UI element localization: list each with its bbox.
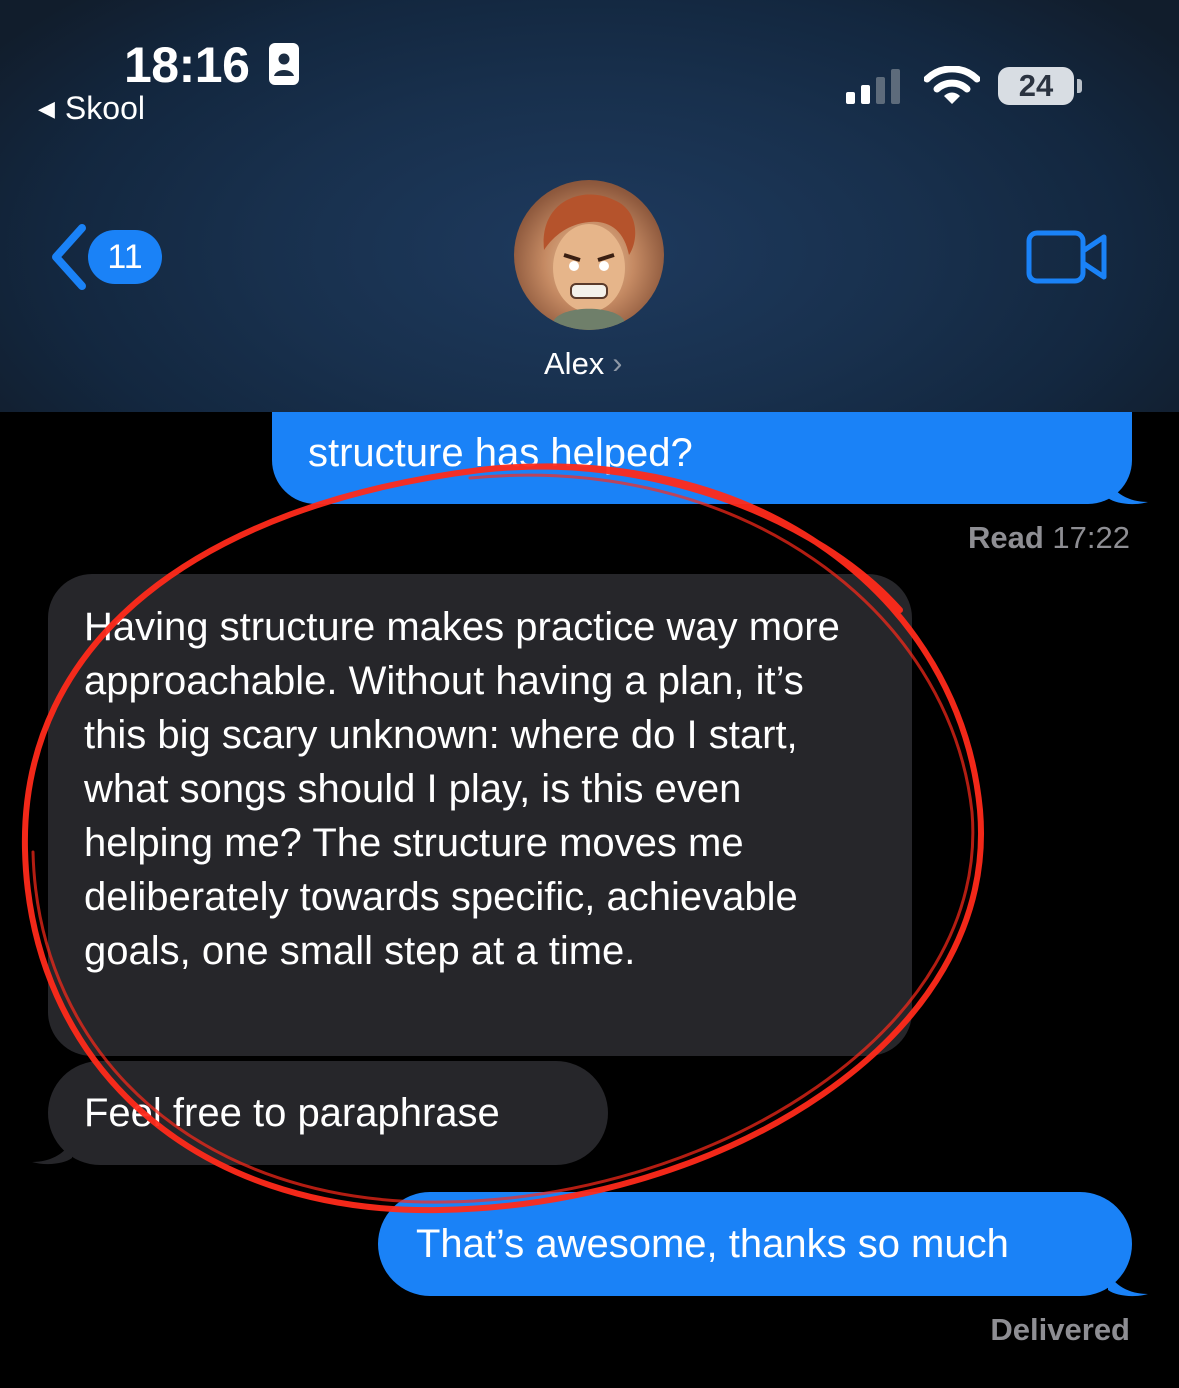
signal-icon — [846, 69, 900, 104]
message-text: structure has helped? — [308, 431, 693, 475]
bubble-tail — [32, 1138, 72, 1165]
bubble-tail — [1108, 1270, 1148, 1297]
message-bubble-received[interactable]: Having structure makes practice way more… — [48, 574, 912, 1056]
contact-avatar[interactable] — [514, 180, 664, 330]
back-app-label: Skool — [64, 90, 145, 126]
bubble-tail — [1108, 478, 1148, 505]
battery-tip — [1077, 79, 1082, 93]
avatar-image — [543, 194, 636, 330]
battery-icon: 24 — [998, 67, 1074, 105]
message-text: That’s awesome, thanks so much — [416, 1222, 1009, 1266]
delivered-status: Delivered — [990, 1312, 1130, 1347]
battery-level: 24 — [1018, 68, 1054, 103]
read-time: 17:22 — [1052, 520, 1130, 555]
back-to-app-link[interactable]: ◀ Skool — [38, 90, 145, 127]
status-time: 18:16 — [124, 37, 250, 93]
back-chevron-icon[interactable] — [48, 224, 88, 290]
read-receipt: Read 17:22 — [968, 520, 1130, 556]
message-text: Having structure makes practice way more… — [84, 605, 840, 973]
back-triangle-icon: ◀ — [38, 95, 55, 121]
unread-count: 11 — [107, 237, 143, 276]
contact-name-button[interactable]: Alex › — [544, 346, 622, 382]
contact-name: Alex — [544, 346, 605, 381]
unread-count-badge[interactable]: 11 — [88, 230, 162, 284]
conversation-header: 18:16 ◀ Skool 24 11 Alex › — [0, 0, 1179, 412]
video-camera-icon[interactable] — [1026, 230, 1108, 284]
read-label: Read — [967, 520, 1044, 555]
message-bubble-received[interactable]: Feel free to paraphrase — [48, 1061, 608, 1165]
disclosure-chevron-icon: › — [612, 347, 623, 380]
message-bubble-sent[interactable]: That’s awesome, thanks so much — [378, 1192, 1132, 1296]
message-text: Feel free to paraphrase — [84, 1091, 500, 1135]
wifi-icon — [924, 66, 980, 104]
id-card-icon — [269, 43, 299, 85]
